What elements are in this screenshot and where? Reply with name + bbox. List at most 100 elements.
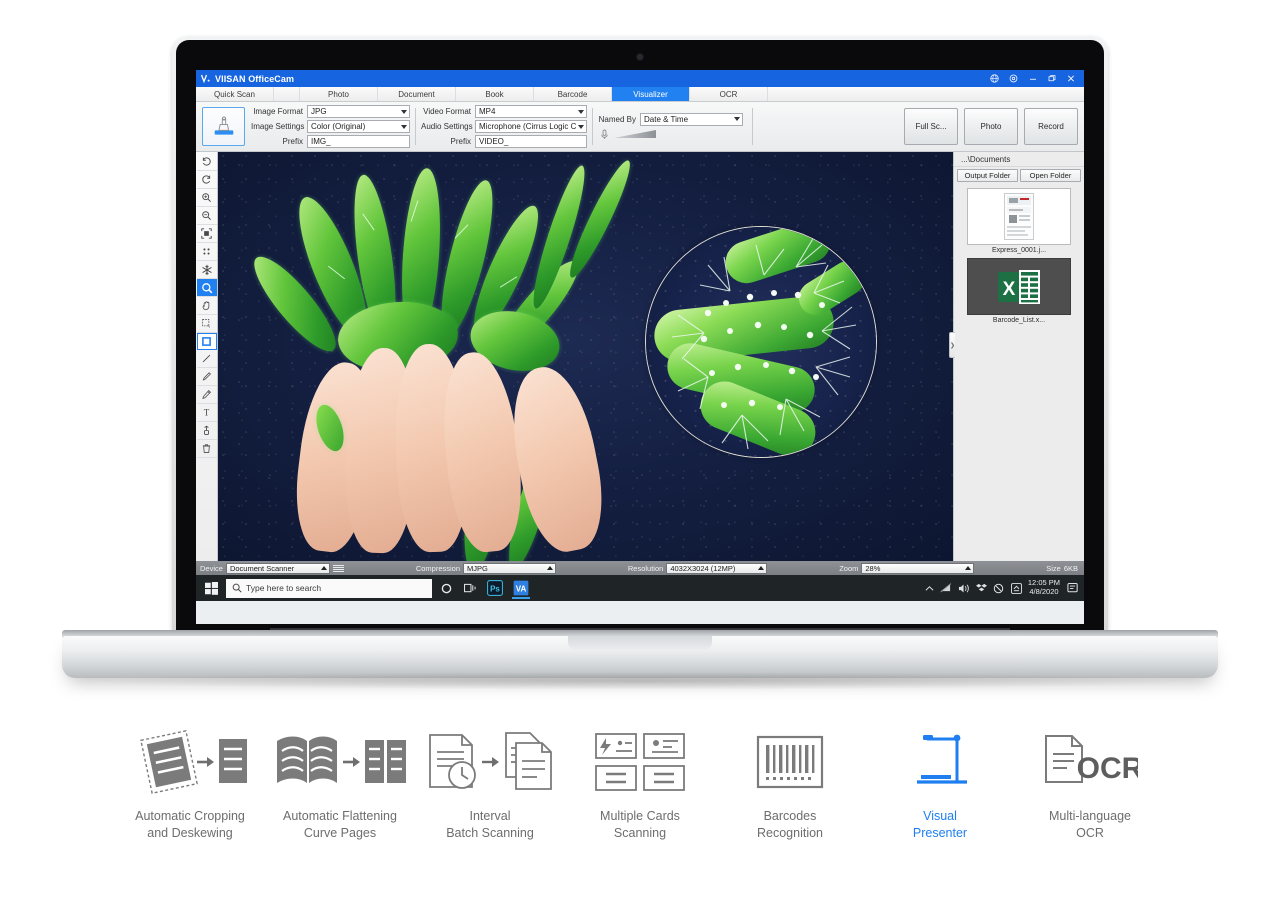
camera-preview-button[interactable] (202, 107, 245, 146)
tab-separator (274, 87, 300, 101)
image-settings-value: Color (Original) (311, 122, 366, 131)
four-dots-icon[interactable] (196, 243, 217, 261)
volume-icon[interactable] (958, 577, 971, 599)
feature-interval-batch-scanning[interactable]: Interval Batch Scanning (415, 726, 565, 843)
feature-label-line2: Batch Scanning (446, 826, 534, 841)
feature-automatic-flattening[interactable]: Automatic Flattening Curve Pages (265, 726, 415, 843)
pan-hand-icon[interactable] (196, 297, 217, 315)
photoshop-app-icon[interactable]: Ps (484, 577, 506, 599)
feature-automatic-cropping[interactable]: Automatic Cropping and Deskewing (115, 726, 265, 843)
image-format-select[interactable]: JPG (307, 105, 410, 118)
tab-ocr[interactable]: OCR (690, 87, 768, 101)
record-button[interactable]: Record (1024, 108, 1078, 145)
feature-multiple-cards-scanning[interactable]: Multiple Cards Scanning (565, 726, 715, 843)
windows-start-icon[interactable] (200, 581, 222, 595)
tab-quick-scan[interactable]: Quick Scan (196, 87, 274, 101)
eraser-icon[interactable] (196, 422, 217, 440)
video-settings-group: Video Format MP4 Audio Settings Micropho… (421, 104, 587, 149)
delete-trash-icon[interactable] (196, 440, 217, 458)
minimize-icon[interactable] (1023, 70, 1042, 87)
multiple-cards-icon (594, 726, 686, 798)
rectangle-shape-icon[interactable] (196, 333, 217, 350)
resolution-select[interactable]: 4032X3024 (12MP) (666, 562, 768, 574)
feature-label-line1: Multiple Cards (600, 809, 680, 823)
zoom-in-icon[interactable] (196, 189, 217, 207)
camera-preview-canvas[interactable] (218, 152, 953, 561)
video-prefix-input[interactable]: VIDEO_ (475, 135, 587, 148)
audio-settings-value: Microphone (Cirrus Logic Ct (479, 122, 576, 131)
rotate-left-icon[interactable] (196, 153, 217, 171)
image-prefix-row: Prefix IMG_ (251, 135, 410, 148)
sliders-icon[interactable] (332, 564, 344, 572)
feature-multi-language-ocr[interactable]: OCR Multi-language OCR (1015, 726, 1165, 843)
close-icon[interactable] (1061, 70, 1080, 87)
resolution-label: Resolution (627, 563, 664, 573)
tab-barcode[interactable]: Barcode (534, 87, 612, 101)
notifications-icon[interactable] (1065, 577, 1080, 599)
select-region-icon[interactable] (196, 315, 217, 333)
list-item[interactable]: X Barcode_List.x... (960, 258, 1078, 324)
rotate-right-icon[interactable] (196, 171, 217, 189)
chevron-down-icon (734, 117, 740, 121)
feature-barcodes-recognition[interactable]: Barcodes Recognition (715, 726, 865, 843)
chevron-down-icon (401, 124, 407, 129)
named-by-label: Named By (598, 114, 636, 124)
feature-visual-presenter[interactable]: Visual Presenter (865, 726, 1015, 843)
shield-icon[interactable] (993, 577, 1005, 599)
gear-icon[interactable] (1004, 70, 1023, 87)
microphone-volume-row[interactable] (598, 128, 743, 141)
pencil-icon[interactable] (196, 386, 217, 404)
viisan-app-icon[interactable]: VA (510, 577, 532, 599)
clock[interactable]: 12:05 PM 4/8/2020 (1028, 579, 1060, 596)
line-tool-icon[interactable] (196, 350, 217, 368)
search-input[interactable]: Type here to search (226, 578, 432, 598)
zoom-out-icon[interactable] (196, 207, 217, 225)
restore-icon[interactable] (1042, 70, 1061, 87)
full-screen-button[interactable]: Full Sc... (904, 108, 958, 145)
device-label: Device (200, 563, 223, 573)
open-folder-button[interactable]: Open Folder (1020, 169, 1081, 182)
image-settings-row: Image Settings Color (Original) (251, 120, 410, 133)
audio-settings-select[interactable]: Microphone (Cirrus Logic Ct (475, 120, 587, 133)
fit-screen-icon[interactable] (196, 225, 217, 243)
device-select[interactable]: Document Scanner (225, 562, 330, 574)
chevron-up-icon[interactable] (924, 577, 935, 599)
audio-settings-row: Audio Settings Microphone (Cirrus Logic … (421, 120, 587, 133)
chevron-up-icon (758, 566, 765, 570)
compression-select[interactable]: MJPG (463, 562, 556, 574)
magnifier-icon[interactable] (196, 279, 217, 297)
list-item[interactable]: Express_0001.j... (960, 188, 1078, 254)
text-tool-icon[interactable]: T (196, 404, 217, 422)
image-prefix-input[interactable]: IMG_ (307, 135, 410, 148)
photo-button[interactable]: Photo (964, 108, 1018, 145)
named-by-select[interactable]: Date & Time (640, 112, 743, 126)
cortana-circle-icon[interactable] (436, 577, 456, 599)
tab-photo[interactable]: Photo (300, 87, 378, 101)
dropbox-icon[interactable] (976, 577, 988, 599)
task-view-icon[interactable] (460, 577, 480, 599)
laptop-shadow (90, 672, 1190, 690)
tab-document[interactable]: Document (378, 87, 456, 101)
magnifier-overlay[interactable] (645, 226, 877, 458)
zoom-select[interactable]: 28% (861, 562, 975, 574)
globe-icon[interactable] (985, 70, 1004, 87)
visual-presenter-icon (909, 726, 971, 798)
feature-label-line1: Multi-language (1049, 809, 1131, 823)
named-by-row: Named By Date & Time (598, 112, 743, 126)
highlighter-icon[interactable] (196, 368, 217, 386)
microphone-volume-slider[interactable] (614, 130, 656, 138)
chevron-right-icon[interactable]: ❯ (949, 332, 955, 358)
action-center-icon[interactable] (1010, 577, 1023, 599)
tab-book[interactable]: Book (456, 87, 534, 101)
webcam-icon (637, 54, 643, 60)
image-settings-select[interactable]: Color (Original) (307, 120, 410, 133)
output-folder-button[interactable]: Output Folder (957, 169, 1018, 182)
image-thumbnail[interactable] (967, 188, 1071, 245)
ocr-document-icon: OCR (1042, 726, 1138, 798)
freeze-snowflake-icon[interactable] (196, 261, 217, 279)
tab-visualizer[interactable]: Visualizer (612, 87, 690, 101)
image-format-value: JPG (311, 107, 327, 116)
network-icon[interactable] (940, 577, 953, 599)
excel-file-icon[interactable]: X (967, 258, 1071, 315)
video-format-select[interactable]: MP4 (475, 105, 587, 118)
